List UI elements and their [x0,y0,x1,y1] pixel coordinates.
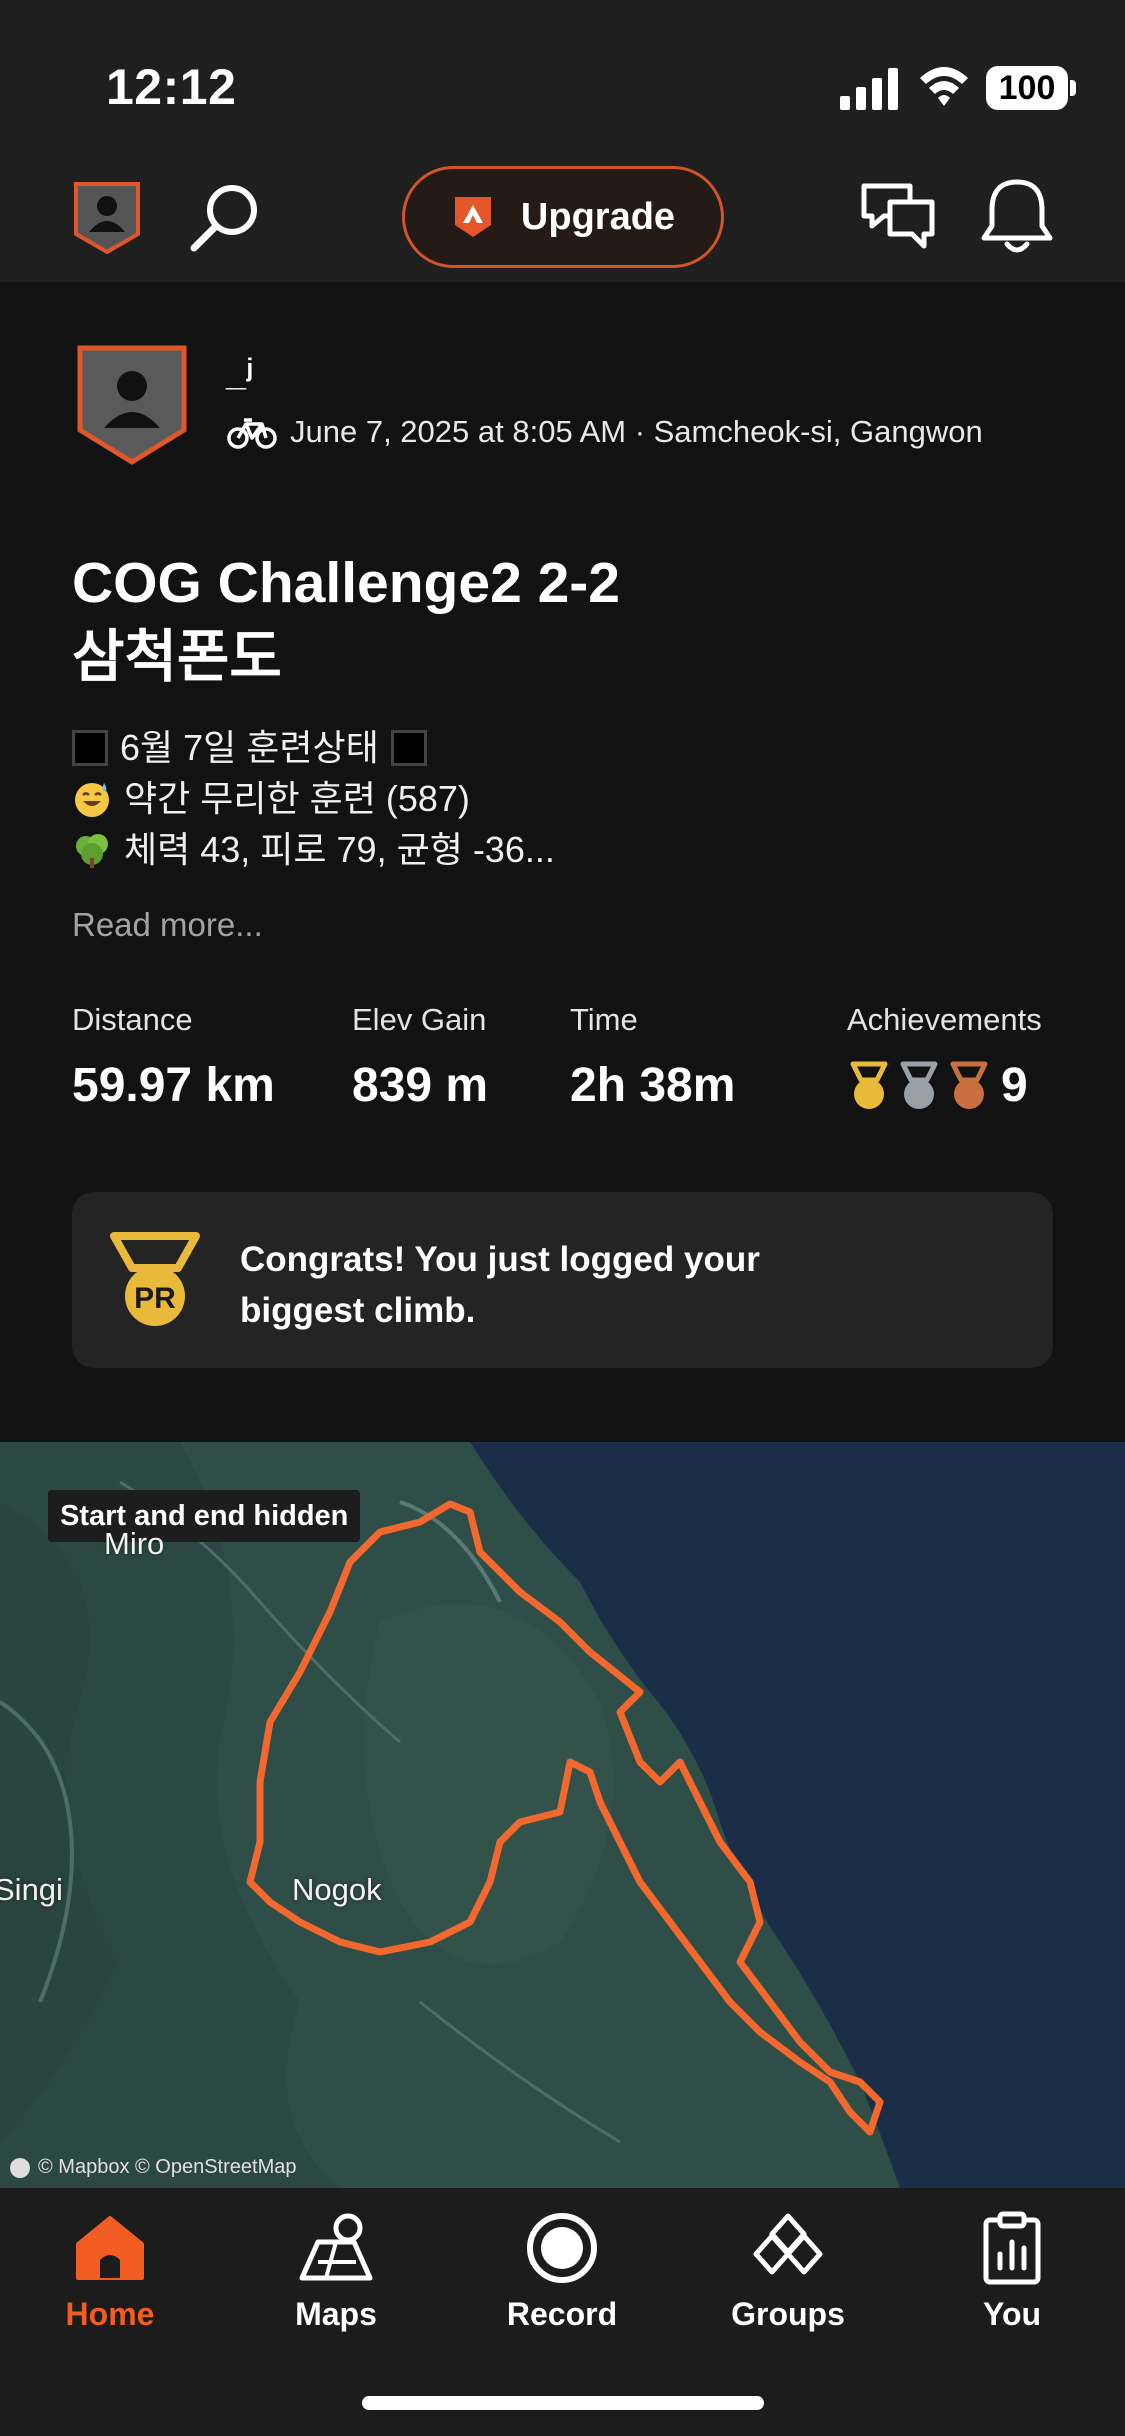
stat-value: 839 m [352,1059,489,1112]
home-icon [76,2216,144,2280]
stat-value: 59.97 km [72,1059,275,1112]
nav-label: You [982,2296,1042,2332]
home-indicator[interactable] [362,2396,764,2410]
stat-achievements[interactable]: Achievements 9 [847,1002,1042,1113]
upgrade-label: Upgrade [520,195,676,238]
bike-icon [227,418,277,449]
description-line: 약간 무리한 훈련 (587) [72,773,555,824]
nav-maps[interactable]: Maps [256,2208,416,2333]
black-square-icon [72,729,108,766]
description-line: 체력 43, 피로 79, 균형 -36... [72,824,555,875]
activity-meta: June 7, 2025 at 8:05 AM · Samcheok-si, G… [226,414,983,450]
chat-icon[interactable] [860,180,936,254]
you-icon [983,2211,1041,2285]
stat-label: Elev Gain [352,1002,487,1037]
cellular-signal-icon [840,68,898,110]
maps-icon [299,2213,373,2281]
stat-time: Time 2h 38m [570,1002,735,1113]
stat-elev-gain: Elev Gain 839 m [352,1002,488,1113]
stat-label: Achievements [847,1002,1042,1037]
nav-you[interactable]: You [932,2208,1092,2333]
stat-label: Time [570,1002,638,1037]
activity-title[interactable]: COG Challenge2 2-2 삼척폰도 [72,546,972,694]
nav-label: Maps [295,2296,377,2332]
nav-home[interactable]: Home [30,2208,190,2333]
black-square-icon [390,729,427,766]
nav-groups[interactable]: Groups [708,2208,868,2333]
athlete-avatar[interactable] [76,344,188,466]
nav-label: Record [506,2296,618,2332]
stat-distance: Distance 59.97 km [72,1002,275,1113]
activity-description: 6월 7일 훈련상태 약간 무리한 훈련 (587) 체력 43, 피로 79,… [72,722,555,875]
map-place-label: Miro [104,1526,165,1561]
tree-emoji-icon [76,833,108,868]
profile-avatar-icon[interactable] [72,180,142,254]
groups-icon [753,2213,823,2275]
nav-record[interactable]: Record [482,2208,642,2333]
description-text: 약간 무리한 훈련 (587) [124,778,470,819]
map-place-label: Singi [0,1872,63,1907]
description-text: 체력 43, 피로 79, 균형 -36... [124,829,555,870]
nav-label: Groups [731,2296,845,2332]
achievement-count: 9 [1001,1059,1028,1112]
pr-congrats-text: Congrats! You just logged your biggest c… [240,1240,760,1330]
read-more-link[interactable]: Read more... [72,906,263,944]
pr-congrats-card[interactable]: PR Congrats! You just logged your bigges… [72,1192,1053,1368]
map-attribution[interactable]: © Mapbox © OpenStreetMap [10,2156,297,2179]
pr-medal-icon: PR [110,1232,200,1326]
upgrade-button[interactable]: Upgrade [402,166,724,268]
sweat-smile-emoji-icon [75,782,109,817]
athlete-name[interactable]: _ʲ [226,352,253,394]
mapbox-logo-icon [10,2157,30,2178]
bronze-medal-icon [950,1061,988,1109]
strava-shield-icon [454,197,491,237]
gold-medal-icon [850,1061,888,1109]
map-place-label: Nogok [292,1872,382,1907]
pr-medal-label: PR [134,1282,176,1315]
description-line: 6월 7일 훈련상태 [72,722,555,773]
activity-title-line: COG Challenge2 2-2 [72,551,620,615]
activity-date-location: June 7, 2025 at 8:05 AM · Samcheok-si, G… [290,414,983,449]
search-icon[interactable] [188,180,262,254]
description-text: 6월 7일 훈련상태 [120,727,379,768]
top-header: Upgrade [0,140,1125,282]
map-canvas [0,1442,1125,2188]
route-map[interactable]: Start and end hidden Miro Singi Nogok © … [0,1442,1125,2188]
wifi-icon [920,67,968,106]
stat-label: Distance [72,1002,193,1037]
record-icon [527,2213,597,2283]
notifications-bell-icon[interactable] [980,176,1054,256]
stat-value: 2h 38m [570,1059,736,1112]
status-time: 12:12 [106,59,237,115]
battery-indicator: 100 [986,66,1076,110]
nav-label: Home [65,2296,155,2332]
activity-title-line: 삼척폰도 [72,625,282,689]
start-end-hidden-badge: Start and end hidden [48,1490,361,1542]
map-credit-text: © Mapbox © OpenStreetMap [38,2156,297,2178]
silver-medal-icon [900,1061,938,1109]
achievement-medals: 9 [847,1058,1042,1113]
